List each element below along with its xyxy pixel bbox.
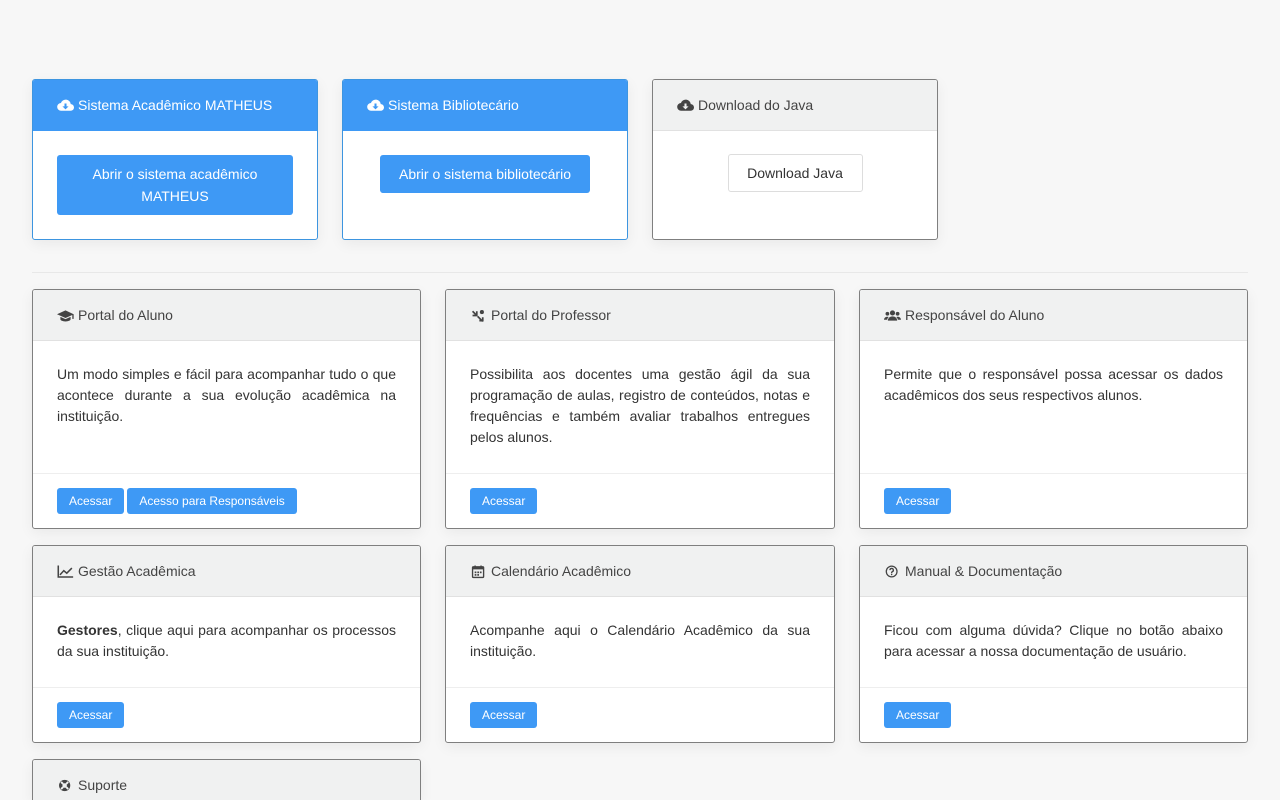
bold-text: Gestores (57, 622, 118, 638)
card-title: Suporte (78, 777, 128, 793)
graduation-cap-icon (57, 307, 75, 323)
section-divider (32, 272, 1248, 273)
card-portal-aluno: Portal do Aluno Um modo simples e fácil … (32, 289, 421, 529)
card-description: Gestores, clique aqui para acompanhar os… (33, 597, 420, 685)
access-button[interactable]: Acessar (884, 488, 952, 514)
card-title: Sistema Acadêmico MATHEUS (78, 97, 273, 113)
cloud-download-icon (367, 97, 385, 113)
card-footer: Acessar Acesso para Responsáveis (33, 473, 420, 528)
guardian-access-button[interactable]: Acesso para Responsáveis (127, 488, 297, 514)
card-gestao-academica: Gestão Acadêmica Gestores, clique aqui p… (32, 545, 421, 743)
card-header: Download do Java (653, 80, 937, 131)
card-suporte: Suporte (32, 759, 421, 800)
card-title: Manual & Documentação (905, 563, 1063, 579)
card-footer: Acessar (860, 473, 1247, 528)
open-academic-system-button[interactable]: Abrir o sistema acadêmico MATHEUS (57, 155, 293, 215)
cloud-download-icon (677, 97, 695, 113)
card-title: Sistema Bibliotecário (388, 97, 519, 113)
card-footer: Acessar (860, 687, 1247, 742)
card-title: Portal do Professor (491, 307, 611, 323)
card-footer: Acessar (33, 687, 420, 742)
question-circle-icon (884, 563, 902, 579)
card-download-java: Download do Java Download Java (652, 79, 938, 240)
card-responsavel-aluno: Responsável do Aluno Permite que o respo… (859, 289, 1248, 529)
card-title: Responsável do Aluno (905, 307, 1045, 323)
card-header: Suporte (33, 760, 420, 800)
card-manual-documentacao: Manual & Documentação Ficou com alguma d… (859, 545, 1248, 743)
cloud-download-icon (57, 97, 75, 113)
card-header: Portal do Aluno (33, 290, 420, 341)
calendar-icon (470, 563, 488, 579)
life-ring-icon (57, 777, 75, 793)
card-calendario-academico: Calendário Acadêmico Acompanhe aqui o Ca… (445, 545, 835, 743)
card-footer: Acessar (446, 473, 834, 528)
download-java-button[interactable]: Download Java (727, 154, 863, 192)
card-header: Gestão Acadêmica (33, 546, 420, 597)
card-sistema-academico: Sistema Acadêmico MATHEUS Abrir o sistem… (32, 79, 318, 240)
card-title: Calendário Acadêmico (491, 563, 632, 579)
card-sistema-bibliotecario: Sistema Bibliotecário Abrir o sistema bi… (342, 79, 628, 240)
card-header: Portal do Professor (446, 290, 834, 341)
access-button[interactable]: Acessar (470, 702, 538, 728)
card-header: Calendário Acadêmico (446, 546, 834, 597)
access-button[interactable]: Acessar (57, 488, 125, 514)
users-icon (884, 307, 902, 323)
access-button[interactable]: Acessar (57, 702, 125, 728)
card-header: Manual & Documentação (860, 546, 1247, 597)
card-header: Sistema Acadêmico MATHEUS (33, 80, 317, 131)
card-portal-professor: Portal do Professor Possibilita aos doce… (445, 289, 835, 529)
card-header: Sistema Bibliotecário (343, 80, 627, 131)
card-footer: Acessar (446, 687, 834, 742)
card-description: Acompanhe aqui o Calendário Acadêmico da… (470, 622, 810, 659)
card-title: Download do Java (698, 97, 814, 113)
card-description: Possibilita aos docentes uma gestão ágil… (470, 366, 810, 445)
card-title: Portal do Aluno (78, 307, 173, 323)
card-description: Um modo simples e fácil para acompanhar … (57, 366, 396, 424)
card-description: Ficou com alguma dúvida? Clique no botão… (884, 622, 1223, 659)
card-description: Permite que o responsável possa acessar … (884, 366, 1223, 403)
open-library-system-button[interactable]: Abrir o sistema bibliotecário (380, 155, 590, 193)
card-title: Gestão Acadêmica (78, 563, 196, 579)
line-chart-icon (57, 563, 75, 579)
access-button[interactable]: Acessar (884, 702, 952, 728)
access-button[interactable]: Acessar (470, 488, 538, 514)
portal-page: Sistema Acadêmico MATHEUS Abrir o sistem… (0, 0, 1280, 800)
chalkboard-teacher-icon (470, 307, 488, 323)
card-header: Responsável do Aluno (860, 290, 1247, 341)
